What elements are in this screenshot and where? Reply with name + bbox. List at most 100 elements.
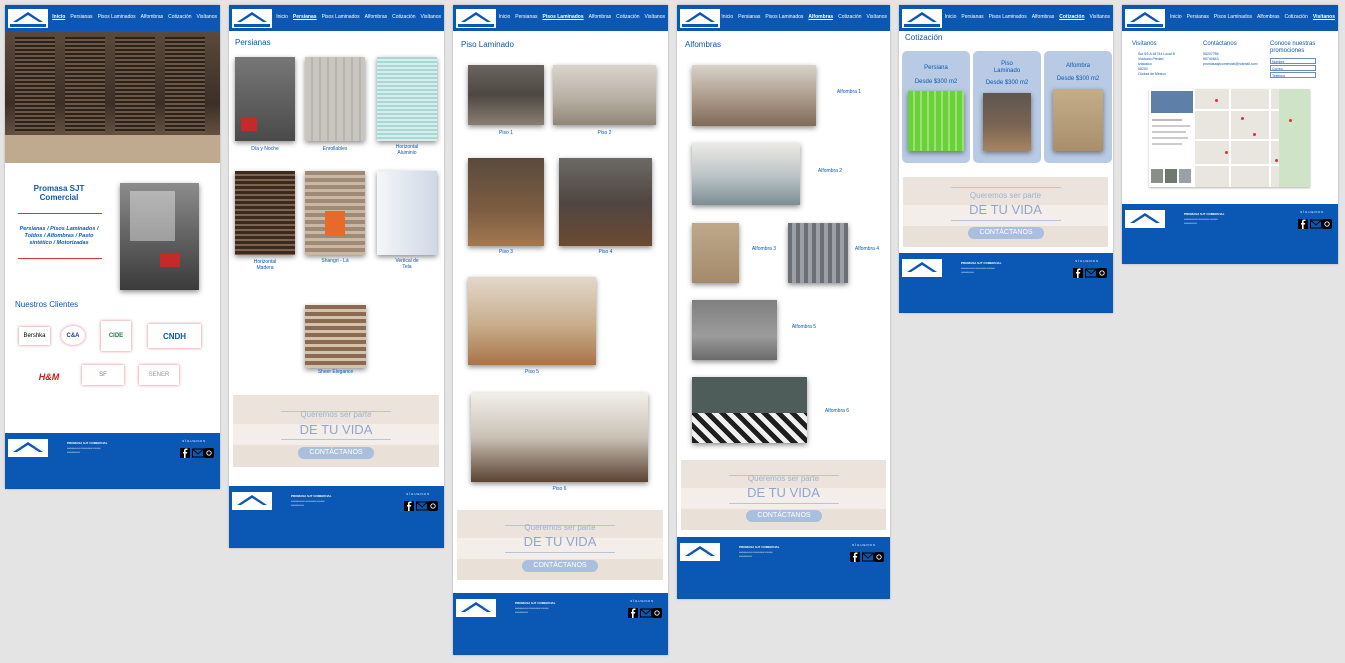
logo[interactable] [1125, 9, 1165, 28]
nav-alfombras[interactable]: Alfombras [1032, 14, 1055, 20]
nav-visitanos[interactable]: Visítanos [197, 14, 217, 20]
facebook-icon[interactable] [1298, 216, 1308, 229]
nav-inicio[interactable]: Inicio [945, 14, 957, 20]
product-image[interactable] [468, 158, 544, 246]
facebook-icon[interactable] [1073, 265, 1083, 278]
instagram-icon[interactable] [428, 498, 438, 511]
product-image[interactable] [692, 143, 800, 205]
nav-inicio[interactable]: Inicio [52, 14, 65, 20]
nav-alfombras[interactable]: Alfombras [365, 14, 388, 20]
product-image[interactable] [468, 65, 544, 125]
instagram-icon[interactable] [204, 445, 214, 458]
product-image[interactable] [471, 393, 648, 482]
product-image[interactable] [235, 171, 295, 255]
product-image[interactable] [305, 57, 365, 141]
nav-persianas[interactable]: Persianas [738, 14, 760, 20]
page-title: Piso Laminado [461, 40, 514, 49]
nav-inicio[interactable]: Inicio [499, 14, 511, 20]
nav-pisos[interactable]: Pisos Laminados [98, 14, 136, 20]
quote-card-persiana[interactable]: Persiana Desde $300 m2 [902, 51, 970, 163]
nav-cotizacion[interactable]: Cotización [838, 14, 861, 20]
nav-cotizacion[interactable]: Cotización [392, 14, 415, 20]
nav-alfombras[interactable]: Alfombras [141, 14, 164, 20]
mail-icon[interactable] [416, 498, 428, 511]
instagram-icon[interactable] [1097, 265, 1107, 278]
nav-persianas[interactable]: Persianas [293, 14, 317, 20]
product-image[interactable] [305, 305, 366, 368]
nav-inicio[interactable]: Inicio [721, 14, 733, 20]
nav-alfombras[interactable]: Alfombras [589, 14, 612, 20]
location-map[interactable] [1149, 89, 1310, 187]
product-image[interactable] [468, 277, 596, 365]
client-logo-cndh: CNDH [148, 324, 201, 348]
nav-visitanos[interactable]: Visítanos [1090, 14, 1110, 20]
instagram-icon[interactable] [1322, 216, 1332, 229]
nav-pisos[interactable]: Pisos Laminados [1214, 14, 1252, 20]
nav-persianas[interactable]: Persianas [515, 14, 537, 20]
product-image[interactable] [235, 57, 295, 141]
nav-pisos[interactable]: Pisos Laminados [765, 14, 803, 20]
quote-card-alfombra[interactable]: Alfombra Desde $300 m2 [1044, 51, 1112, 163]
nav-visitanos[interactable]: Visítanos [421, 14, 441, 20]
instagram-icon[interactable] [652, 605, 662, 618]
facebook-icon[interactable] [850, 549, 860, 562]
nav-alfombras[interactable]: Alfombras [1257, 14, 1280, 20]
contact-button[interactable]: CONTÁCTANOS [522, 560, 598, 572]
mail-icon[interactable] [862, 549, 874, 562]
product-image[interactable] [377, 171, 437, 255]
nav-pisos[interactable]: Pisos Laminados [989, 14, 1027, 20]
nav-inicio[interactable]: Inicio [276, 14, 288, 20]
facebook-icon[interactable] [404, 498, 414, 511]
contact-button[interactable]: CONTÁCTANOS [968, 227, 1044, 239]
product-image[interactable] [553, 65, 656, 125]
product-image[interactable] [305, 171, 365, 255]
mail-icon[interactable] [192, 445, 204, 458]
promo-image [120, 183, 199, 290]
facebook-icon[interactable] [628, 605, 638, 618]
nav-persianas[interactable]: Persianas [1187, 14, 1209, 20]
logo[interactable] [232, 9, 272, 28]
nav-persianas[interactable]: Persianas [70, 14, 92, 20]
nav-cotizacion[interactable]: Cotización [1059, 14, 1084, 20]
nav-cotizacion[interactable]: Cotización [616, 14, 639, 20]
footer: PROMASA SJT COMERCIAL ▪▪▪▪▪▪▪▪▪▪▪▪▪▪▪ ▪▪… [5, 433, 220, 489]
logo[interactable] [680, 9, 720, 28]
nav-pisos[interactable]: Pisos Laminados [543, 14, 584, 20]
name-field[interactable]: Nombre [1270, 58, 1316, 64]
email-link[interactable]: promasasjtcomercial@hotmail.com [1203, 62, 1258, 67]
product-image[interactable] [377, 57, 437, 141]
product-image[interactable] [788, 223, 848, 283]
logo[interactable] [8, 9, 48, 28]
contact-button[interactable]: CONTÁCTANOS [746, 510, 822, 522]
nav-visitanos[interactable]: Visítanos [867, 14, 887, 20]
nav-pisos[interactable]: Pisos Laminados [322, 14, 360, 20]
nav-cotizacion[interactable]: Cotización [1285, 14, 1308, 20]
product-image[interactable] [692, 300, 777, 360]
facebook-icon[interactable] [180, 445, 190, 458]
mail-icon[interactable] [640, 605, 652, 618]
nav-persianas[interactable]: Persianas [961, 14, 983, 20]
logo[interactable] [902, 9, 942, 28]
product-image[interactable] [692, 377, 807, 443]
nav-visitanos[interactable]: Visítanos [645, 14, 665, 20]
mail-icon[interactable] [1310, 216, 1322, 229]
contact-button[interactable]: CONTÁCTANOS [298, 447, 374, 459]
instagram-icon[interactable] [874, 549, 884, 562]
banner-line-2: DE TU VIDA [299, 422, 373, 437]
logo[interactable] [456, 9, 496, 28]
footer-text: ▪▪▪▪▪▪▪▪▪▪▪▪▪▪▪ ▪▪▪▪▪▪▪▪▪▪▪▪ ▪▪▪▪▪▪▪▪ ▪▪… [961, 267, 995, 274]
nav-cotizacion[interactable]: Cotización [168, 14, 191, 20]
product-image[interactable] [692, 65, 816, 126]
phone-field[interactable]: Teléfono [1270, 72, 1316, 78]
product-image[interactable] [559, 158, 652, 246]
nav-inicio[interactable]: Inicio [1170, 14, 1182, 20]
email-field[interactable]: Correo [1270, 65, 1316, 71]
nav-visitanos[interactable]: Visítanos [1313, 14, 1335, 20]
product-caption: Sheer Elegance [317, 369, 354, 375]
mail-icon[interactable] [1085, 265, 1097, 278]
quote-card-piso[interactable]: Piso Laminado Desde $300 m2 [973, 51, 1041, 163]
address-line: Ciudad de México [1138, 72, 1167, 77]
nav-alfombras[interactable]: Alfombras [808, 14, 833, 20]
product-image[interactable] [692, 223, 739, 283]
footer-heading: PROMASA SJT COMERCIAL [739, 545, 780, 549]
